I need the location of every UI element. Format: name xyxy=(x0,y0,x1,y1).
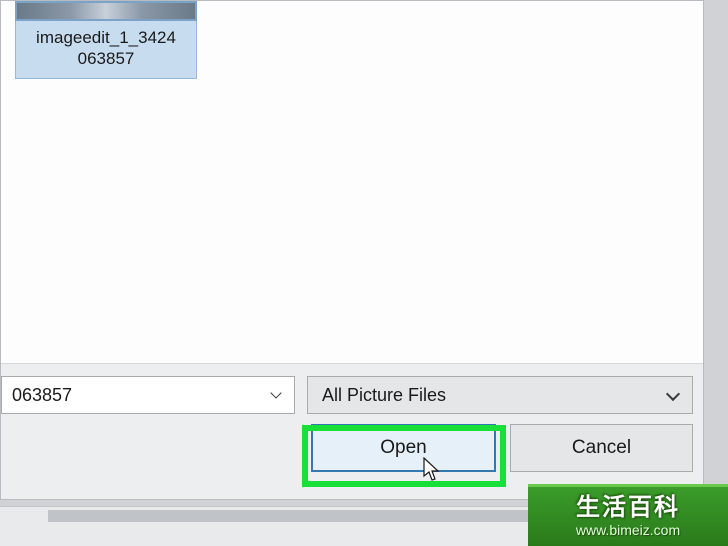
file-item[interactable]: imageedit_1_3424 063857 xyxy=(15,1,197,79)
dialog-bottom-panel: 063857 All Picture Files Open Cancel xyxy=(1,363,703,499)
cancel-button[interactable]: Cancel xyxy=(510,424,693,472)
cancel-button-label: Cancel xyxy=(572,437,631,459)
file-name-line1: imageedit_1_3424 xyxy=(20,27,192,48)
filetype-select[interactable]: All Picture Files xyxy=(307,376,693,414)
file-open-dialog: imageedit_1_3424 063857 063857 All Pictu… xyxy=(0,0,704,500)
watermark-url: www.bimeiz.com xyxy=(576,522,680,538)
file-name-line2: 063857 xyxy=(20,48,192,69)
filetype-value: All Picture Files xyxy=(322,385,446,406)
file-thumbnail xyxy=(15,1,197,21)
watermark: 生活百科 www.bimeiz.com xyxy=(528,484,728,546)
filename-value: 063857 xyxy=(12,385,72,406)
open-button[interactable]: Open xyxy=(311,424,496,472)
chevron-down-icon[interactable] xyxy=(270,388,284,402)
file-label-selected: imageedit_1_3424 063857 xyxy=(15,21,197,79)
filename-row: 063857 All Picture Files xyxy=(1,376,693,414)
chevron-down-icon[interactable] xyxy=(666,388,680,402)
open-button-label: Open xyxy=(380,437,426,459)
watermark-title: 生活百科 xyxy=(576,496,680,520)
button-row: Open Cancel xyxy=(311,424,693,472)
file-list-area[interactable]: imageedit_1_3424 063857 xyxy=(1,1,703,363)
filename-input[interactable]: 063857 xyxy=(1,376,295,414)
